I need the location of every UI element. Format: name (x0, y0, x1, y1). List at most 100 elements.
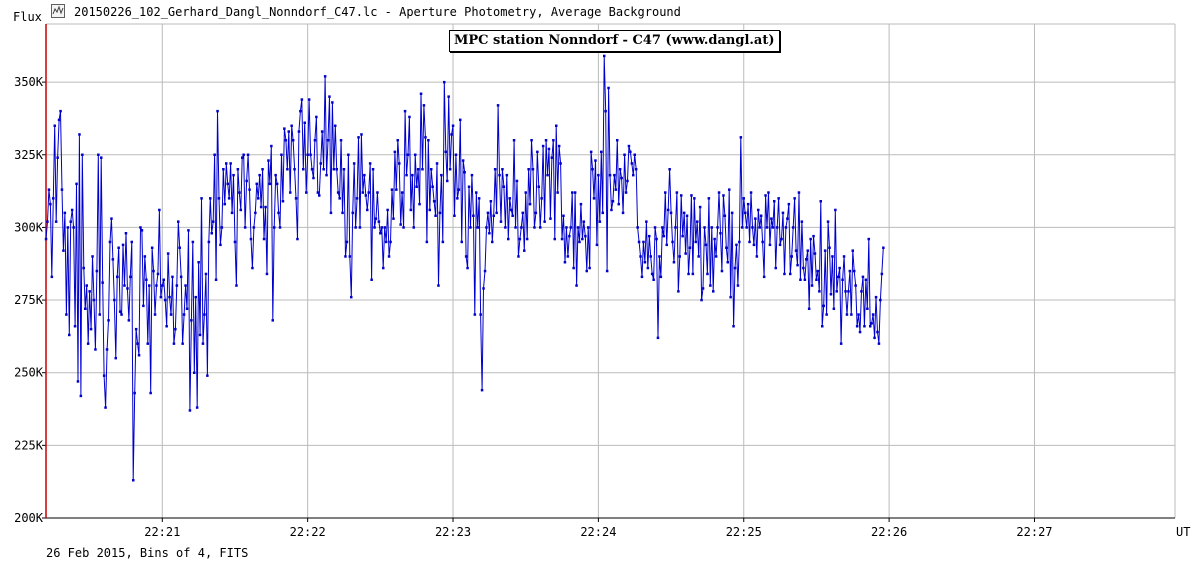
data-point (850, 313, 853, 316)
data-point (299, 109, 302, 113)
data-point (368, 162, 372, 165)
data-point (758, 226, 761, 229)
data-point (584, 234, 587, 238)
data-point (543, 220, 546, 223)
data-point (78, 133, 81, 136)
data-point (687, 272, 690, 276)
data-point (476, 226, 479, 229)
data-point (235, 284, 238, 287)
data-point (152, 269, 155, 273)
data-point (361, 191, 365, 194)
data-point (198, 333, 202, 337)
data-point (642, 240, 645, 244)
data-point (533, 226, 536, 229)
data-point (662, 234, 666, 238)
data-point (514, 226, 517, 229)
data-point (76, 380, 80, 383)
data-point (524, 191, 527, 194)
data-point (722, 194, 725, 197)
x-tick-label: 22:27 (1016, 525, 1052, 539)
data-point (166, 252, 170, 255)
data-point (200, 197, 203, 200)
data-point (541, 144, 545, 148)
data-point (70, 208, 74, 212)
data-point (664, 191, 667, 194)
data-point (280, 153, 283, 156)
data-point (874, 295, 878, 299)
data-point (774, 266, 777, 270)
data-point (581, 237, 584, 241)
data-point (712, 290, 715, 293)
data-point (384, 240, 388, 244)
data-point (409, 208, 413, 212)
data-point (137, 354, 141, 357)
data-point (598, 220, 602, 223)
data-point (374, 217, 378, 220)
data-point (383, 226, 386, 229)
data-point (302, 168, 305, 171)
data-point (270, 144, 273, 148)
data-point (553, 237, 556, 241)
data-point (142, 304, 145, 308)
data-point (399, 223, 402, 226)
data-point (742, 197, 745, 200)
data-point (473, 313, 477, 316)
data-point (669, 211, 673, 215)
data-point (645, 220, 648, 223)
data-point (797, 191, 801, 194)
data-point (114, 356, 117, 360)
data-point (620, 176, 623, 180)
data-point (696, 220, 699, 223)
data-point (594, 159, 597, 162)
data-point (668, 168, 671, 171)
data-point (634, 168, 638, 171)
data-point (866, 307, 869, 310)
data-point (694, 240, 697, 244)
data-point (697, 255, 700, 258)
data-point (415, 185, 418, 188)
data-point (334, 124, 337, 127)
data-point (241, 156, 244, 159)
data-point (342, 168, 346, 171)
data-point (60, 188, 64, 191)
data-point (88, 290, 91, 293)
data-point (616, 139, 619, 142)
data-point (195, 406, 199, 409)
data-point (341, 211, 344, 215)
data-point (607, 86, 610, 90)
data-point (425, 240, 429, 244)
data-point (791, 226, 795, 229)
data-point (325, 173, 328, 177)
data-point (350, 295, 353, 299)
data-point (757, 208, 760, 212)
data-point (518, 237, 522, 241)
data-point (870, 322, 873, 325)
data-point (59, 109, 62, 113)
data-point (213, 153, 216, 156)
data-point (744, 211, 747, 215)
data-point (761, 240, 764, 244)
data-point (177, 220, 180, 223)
y-tick-label: 325K (14, 148, 44, 162)
data-point (765, 226, 769, 229)
data-point (393, 150, 397, 154)
data-point (677, 290, 680, 293)
data-point (358, 226, 362, 229)
data-point (812, 234, 815, 238)
data-point (674, 226, 677, 229)
data-point (739, 136, 743, 139)
data-point (629, 150, 632, 154)
data-point (539, 226, 542, 229)
data-point (585, 269, 588, 273)
data-point (714, 255, 718, 258)
data-point (531, 168, 535, 171)
data-point (816, 269, 820, 273)
data-point (209, 197, 212, 200)
data-point (197, 261, 200, 264)
data-point (511, 214, 514, 217)
x-tick-label: 22:21 (144, 525, 180, 539)
data-point (85, 284, 88, 287)
data-point (540, 197, 543, 200)
data-point (233, 240, 237, 244)
data-point (261, 168, 264, 171)
